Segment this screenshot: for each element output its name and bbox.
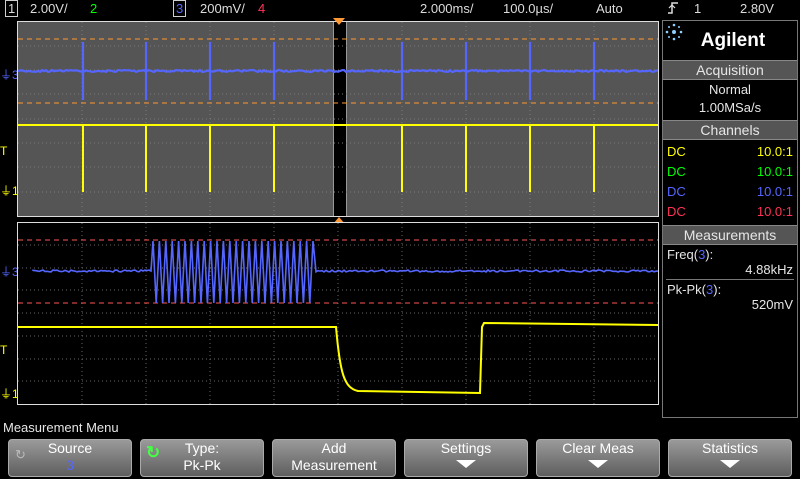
main-timebase: 2.000ms/ — [420, 1, 473, 16]
channel-row: DC 10.0:1 — [663, 142, 797, 162]
submenu-arrow-icon — [456, 460, 476, 468]
overview-traces — [18, 22, 658, 216]
rotate-knob-icon: ↻ — [146, 444, 160, 461]
measurement-pkpk[interactable]: Pk-Pk(3): 520mV — [663, 280, 797, 314]
type-softkey[interactable]: ↻ Type: Pk-Pk — [140, 439, 264, 477]
zoom-traces — [18, 223, 658, 404]
clear-meas-softkey[interactable]: Clear Meas — [536, 439, 660, 477]
acq-rate: 1.00MSa/s — [663, 99, 797, 117]
channels-header: Channels — [663, 120, 797, 140]
settings-softkey[interactable]: Settings — [404, 439, 528, 477]
trigger-source: 1 — [694, 1, 701, 16]
trigger-level-marker[interactable]: T — [0, 144, 17, 158]
ch3-trace-zoom — [33, 241, 658, 303]
overview-waveform-area[interactable] — [17, 21, 659, 217]
acq-mode: Normal — [663, 81, 797, 99]
menu-title: Measurement Menu — [3, 420, 119, 435]
status-bar: 1 2.00V/ 2 3 200mV/ 4 2.000ms/ 100.0µs/ … — [0, 0, 800, 18]
ch3-trace-overview — [18, 42, 658, 100]
statistics-softkey[interactable]: Statistics — [668, 439, 792, 477]
zoom-timebase: 100.0µs/ — [503, 1, 553, 16]
ch3-ground-marker-zoom[interactable]: ⏚3 — [0, 263, 17, 280]
measurement-freq[interactable]: Freq(3): 4.88kHz — [663, 245, 797, 279]
ch3-scale: 200mV/ — [200, 1, 245, 16]
ground-icon: ⏚ — [0, 184, 12, 198]
zoom-waveform-area[interactable] — [17, 222, 659, 405]
ch3-ground-marker[interactable]: ⏚3 — [0, 66, 17, 83]
source-softkey[interactable]: ↻ Source 3 — [8, 439, 132, 477]
ch3-indicator[interactable]: 3 — [173, 0, 186, 17]
acquisition-header: Acquisition — [663, 60, 797, 80]
softkey-bar: ↻ Source 3 ↻ Type: Pk-Pk Add Measurement Se… — [0, 437, 800, 479]
freq-value: 4.88kHz — [667, 262, 793, 277]
ch1-trace-overview — [18, 125, 658, 192]
ground-icon: ⏚ — [0, 387, 12, 401]
ch2-indicator[interactable]: 2 — [90, 1, 97, 16]
ground-icon: ⏚ — [0, 265, 12, 279]
rotate-knob-icon: ↻ — [15, 446, 26, 463]
add-measurement-softkey[interactable]: Add Measurement — [272, 439, 396, 477]
acquisition-info: Normal 1.00MSa/s — [663, 80, 797, 120]
pkpk-value: 520mV — [667, 297, 793, 312]
submenu-arrow-icon — [720, 460, 740, 468]
channel-row: DC 10.0:1 — [663, 162, 797, 182]
info-sidebar: Agilent Acquisition Normal 1.00MSa/s Cha… — [662, 20, 798, 418]
ch1-ground-marker[interactable]: ⏚1 — [0, 182, 17, 199]
channels-list: DC 10.0:1 DC 10.0:1 DC 10.0:1 DC 10.0:1 — [663, 140, 797, 225]
trigger-mode: Auto — [596, 1, 623, 16]
brand-header: Agilent — [663, 21, 797, 60]
zoom-window-top-handle[interactable] — [333, 18, 345, 26]
trigger-level: 2.80V — [740, 1, 774, 16]
channel-row: DC 10.0:1 — [663, 202, 797, 222]
measurements-header: Measurements — [663, 225, 797, 245]
submenu-arrow-icon — [588, 460, 608, 468]
ch1-scale: 2.00V/ — [30, 1, 68, 16]
ch1-indicator[interactable]: 1 — [5, 0, 18, 17]
brand-name: Agilent — [701, 30, 765, 52]
ground-icon: ⏚ — [0, 68, 12, 82]
trigger-level-marker-zoom[interactable]: T — [0, 343, 17, 357]
channel-row: DC 10.0:1 — [663, 182, 797, 202]
ch1-ground-marker-zoom[interactable]: ⏚1 — [0, 385, 17, 402]
ch1-trace-zoom — [18, 323, 658, 393]
ch4-indicator[interactable]: 4 — [258, 1, 265, 16]
